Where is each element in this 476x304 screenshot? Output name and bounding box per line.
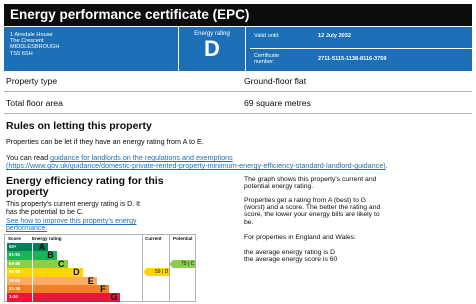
summary-row-floor-area: Total floor area 69 square metres	[4, 92, 472, 114]
rules-guidance-suffix: .	[385, 161, 388, 170]
graph-explanation: The graph shows this property's current …	[244, 176, 470, 190]
efficiency-paragraph-line: This property's current energy rating is…	[6, 201, 140, 208]
england-wales-intro: For properties in England and Wales:	[244, 234, 356, 241]
efficiency-heading-line: property	[6, 186, 49, 198]
average-ratings: the average energy rating is D the avera…	[244, 249, 337, 263]
column-separator	[169, 235, 170, 301]
rules-heading: Rules on letting this property	[6, 120, 152, 132]
band-letter: C	[58, 258, 65, 269]
energy-rating-letter: D	[204, 36, 220, 61]
band-score: 21-38	[7, 285, 32, 294]
improve-link-line[interactable]: performance.	[6, 225, 137, 232]
band-letter: D	[73, 267, 80, 278]
band-bar: E	[33, 275, 97, 286]
potential-rating-label: 75 | C	[181, 260, 195, 267]
rating-explanation-line: Properties get a rating from A (best) to…	[244, 197, 367, 204]
efficiency-paragraph: This property's current energy rating is…	[6, 201, 140, 216]
graph-explanation-line: potential energy rating.	[244, 183, 314, 191]
current-rating-label: 59 | D	[155, 269, 169, 276]
band-bar: G	[33, 292, 121, 303]
rating-explanation-line: score, the lower your energy bills are l…	[244, 211, 380, 219]
certificate-number-label-line: number:	[254, 59, 275, 66]
summary-key: Property type	[6, 76, 58, 86]
current-rating-marker: 59 | D	[143, 268, 169, 277]
summary-key: Total floor area	[6, 98, 63, 108]
address-line: TS5 6SH	[10, 50, 33, 57]
valid-until-value: 12 July 2032	[318, 33, 351, 39]
guidance-url-link[interactable]: (https://www.gov.uk/guidance/domestic-pr…	[6, 161, 386, 170]
certificate-number-label: Certificate number:	[254, 53, 279, 65]
band-bar: C	[33, 260, 68, 269]
improve-performance-link[interactable]: See how to improve this property's energ…	[6, 218, 137, 232]
potential-rating-marker: 75 | C	[169, 259, 195, 268]
divider	[250, 48, 472, 49]
band-bar: D	[33, 268, 83, 277]
average-score-line: the average energy score is 60	[244, 256, 338, 264]
certificate-number-value: 2711-5115-1138-8116-3759	[318, 56, 387, 62]
efficiency-paragraph-line: has the potential to be C.	[6, 208, 84, 216]
band-score: 92+	[7, 243, 32, 252]
band-score: 39-54	[7, 276, 32, 286]
band-letter: F	[100, 284, 106, 294]
band-score: 81-91	[7, 251, 32, 260]
summary-value: 69 square metres	[244, 98, 311, 108]
band-letter: B	[47, 250, 54, 261]
band-score: 69-80	[7, 259, 32, 269]
band-bar: A	[33, 242, 49, 252]
band-letter: E	[87, 275, 94, 286]
summary-row-property-type: Property type Ground-floor flat	[4, 71, 472, 92]
band-bar: B	[33, 251, 57, 260]
improve-link-line[interactable]: See how to improve this property's energ…	[6, 218, 137, 225]
energy-rating-column-header: Energy rating	[32, 236, 62, 241]
average-rating-line: the average energy rating is D	[244, 249, 336, 256]
band-letter: G	[110, 292, 118, 303]
band-score: 1-20	[7, 293, 32, 302]
page-title: Energy performance certificate (EPC)	[4, 4, 472, 26]
energy-rating-panel: Energy rating D	[178, 27, 246, 71]
address-line: MIDDLESBROUGH	[10, 44, 60, 51]
band-bar: F	[33, 285, 109, 294]
property-address: 1 Airedale House The Crescent MIDDLESBRO…	[10, 32, 59, 57]
graph-explanation-line: The graph shows this property's current …	[244, 176, 377, 183]
rating-explanation-line: (worst) and a score. The better the rati…	[244, 204, 381, 212]
band-letter: A	[38, 242, 46, 252]
summary-value: Ground-floor flat	[244, 76, 307, 86]
band-score: 55-68	[7, 268, 32, 277]
rating-explanation-line: be.	[244, 218, 254, 226]
certificate-header: 1 Airedale House The Crescent MIDDLESBRO…	[4, 27, 472, 71]
energy-rating-scale: Score Energy rating Current Potential 92…	[4, 234, 196, 302]
valid-until-label: Valid until:	[254, 33, 280, 39]
rules-paragraph: Properties can be let if they have an en…	[6, 137, 204, 146]
rules-guidance-paragraph: You can read guidance for landlords on t…	[6, 154, 468, 170]
current-column-header: Current	[145, 236, 162, 241]
rating-explanation: Properties get a rating from A (best) to…	[244, 197, 470, 226]
potential-column-header: Potential	[173, 236, 193, 241]
efficiency-heading: Energy efficiency rating for this proper…	[6, 176, 164, 198]
score-column-header: Score	[8, 236, 21, 241]
